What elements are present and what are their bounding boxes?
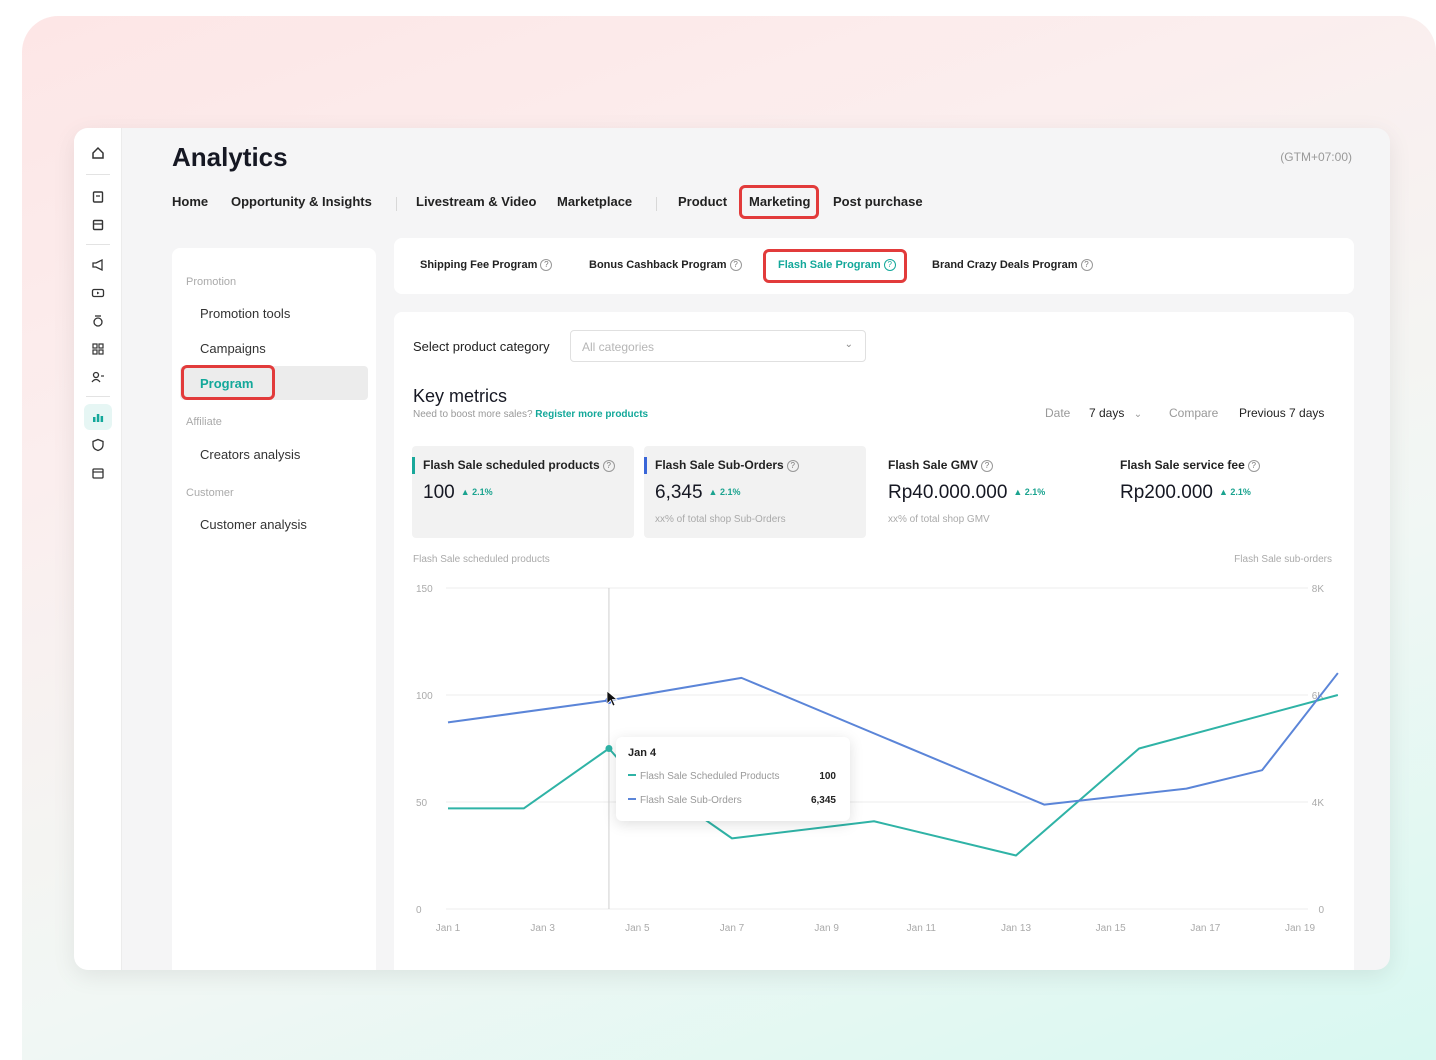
page-title: Analytics [172, 142, 288, 172]
rail-divider [86, 174, 110, 175]
sidebar-section-promotion: Promotion [186, 276, 237, 288]
users-icon[interactable] [87, 366, 109, 388]
main-panel: Select product category All categories ⌄… [394, 312, 1354, 970]
tab-product[interactable]: Product [678, 194, 727, 209]
y-right-tick-label: 4K [1312, 798, 1325, 809]
tab-label: Brand Crazy Deals Program [932, 259, 1078, 271]
sidebar-item-customer-analysis[interactable]: Customer analysis [200, 517, 307, 532]
x-tick-label: Jan 15 [1096, 923, 1126, 934]
icon-rail [74, 128, 122, 970]
x-tick-label: Jan 1 [436, 923, 461, 934]
x-tick-label: Jan 7 [720, 923, 745, 934]
x-tick-label: Jan 17 [1190, 923, 1220, 934]
tab-opportunity-insights[interactable]: Opportunity & Insights [231, 194, 372, 209]
timezone-label: (GTM+07:00) [1280, 150, 1352, 164]
tooltip-label: Flash Sale Sub-Orders [640, 795, 742, 806]
sidebar-item-campaigns[interactable]: Campaigns [200, 341, 266, 356]
legend-swatch [628, 798, 636, 800]
hover-point-scheduled-products [605, 745, 613, 752]
tab-marketplace[interactable]: Marketplace [557, 194, 632, 209]
y-left-tick-label: 0 [416, 905, 422, 916]
order-icon[interactable] [87, 186, 109, 208]
tab-brand-crazy-deals-program[interactable]: Brand Crazy Deals Program? [932, 259, 1093, 271]
tab-label: Shipping Fee Program [420, 259, 538, 271]
sidebar-section-affiliate: Affiliate [186, 416, 222, 428]
home-icon[interactable] [87, 142, 109, 164]
tooltip-row: Flash Sale Sub-Orders 6,345 [628, 795, 842, 806]
analytics-window: Analytics (GTM+07:00) Home Opportunity &… [74, 128, 1390, 970]
sidebar-item-creators-analysis[interactable]: Creators analysis [200, 447, 300, 462]
tab-home[interactable]: Home [172, 194, 208, 209]
tab-bonus-cashback-program[interactable]: Bonus Cashback Program? [589, 259, 742, 271]
line-chart[interactable]: 150 8K100 6K50 4K0 0Jan 1 Jan 3 Jan 5 Jan 7 Jan … [394, 312, 1354, 970]
y-left-tick-label: 100 [416, 691, 433, 702]
video-icon[interactable] [87, 282, 109, 304]
x-tick-label: Jan 19 [1285, 923, 1315, 934]
analytics-icon[interactable] [84, 404, 112, 430]
mouse-cursor-icon [606, 690, 619, 707]
series-line-scheduled-products [448, 694, 1339, 857]
tab-shipping-fee-program[interactable]: Shipping Fee Program? [420, 259, 553, 271]
sidebar-section-customer: Customer [186, 487, 234, 499]
rail-divider [86, 396, 110, 397]
x-tick-label: Jan 9 [814, 923, 839, 934]
tab-livestream-video[interactable]: Livestream & Video [416, 194, 536, 209]
rail-divider [86, 244, 110, 245]
highlight-program [181, 365, 275, 400]
y-right-tick-label: 0 [1318, 905, 1324, 916]
nav-divider [656, 197, 657, 211]
sidebar-item-promotion-tools[interactable]: Promotion tools [200, 306, 290, 321]
tooltip-row: Flash Sale Scheduled Products 100 [628, 771, 842, 782]
y-left-tick-label: 50 [416, 798, 428, 809]
megaphone-icon[interactable] [87, 254, 109, 276]
x-tick-label: Jan 11 [907, 923, 937, 934]
help-icon[interactable]: ? [1080, 259, 1093, 271]
nav-divider [396, 197, 397, 211]
tooltip-date: Jan 4 [628, 747, 657, 759]
highlight-marketing [739, 185, 819, 219]
x-tick-label: Jan 13 [1001, 923, 1031, 934]
legend-swatch [628, 774, 636, 776]
product-icon[interactable] [87, 214, 109, 236]
campaign-icon[interactable] [87, 310, 109, 332]
finance-icon[interactable] [87, 338, 109, 360]
tooltip-label: Flash Sale Scheduled Products [640, 771, 780, 782]
tab-label: Bonus Cashback Program [589, 259, 727, 271]
highlight-flash-sale-program [763, 249, 907, 283]
help-icon[interactable]: ? [729, 259, 742, 271]
x-tick-label: Jan 3 [530, 923, 555, 934]
tooltip-value: 100 [819, 771, 836, 782]
shield-icon[interactable] [87, 434, 109, 456]
y-left-tick-label: 150 [416, 584, 433, 595]
chart-tooltip: Jan 4 Flash Sale Scheduled Products 100 … [616, 737, 850, 821]
series-line-sub-orders [447, 672, 1339, 806]
tooltip-value: 6,345 [810, 795, 836, 806]
y-right-tick-label: 8K [1312, 584, 1325, 595]
x-tick-label: Jan 5 [625, 923, 650, 934]
help-icon[interactable]: ? [540, 259, 553, 271]
tab-post-purchase[interactable]: Post purchase [833, 194, 923, 209]
sidebar: Promotion Promotion tools Campaigns Prog… [172, 248, 376, 970]
shop-icon[interactable] [87, 462, 109, 484]
